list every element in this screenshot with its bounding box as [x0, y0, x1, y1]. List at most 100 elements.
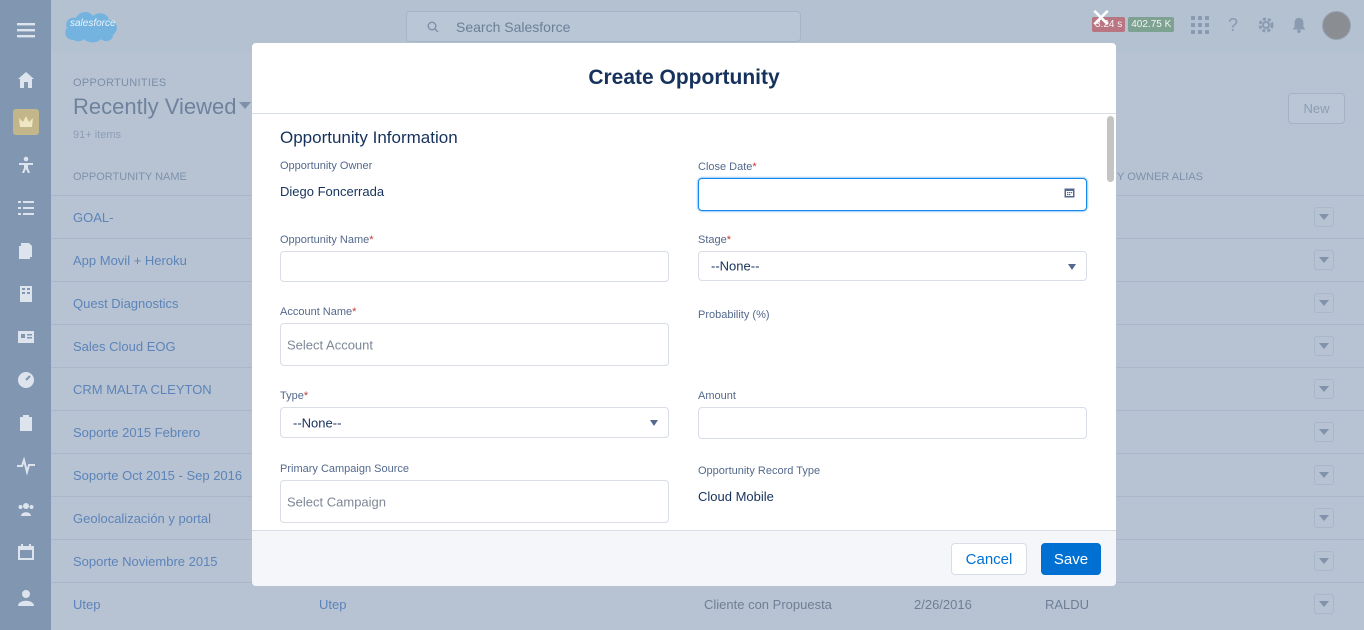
object-label: OPPORTUNITIES	[73, 77, 167, 89]
stage-label: Stage*	[698, 234, 731, 246]
create-opportunity-modal: Create Opportunity Opportunity Informati…	[252, 43, 1116, 586]
required-mark: *	[303, 390, 309, 402]
row-actions-icon[interactable]	[1314, 594, 1334, 614]
row-actions-icon[interactable]	[1314, 508, 1334, 528]
modal-header: Create Opportunity	[252, 43, 1116, 114]
list-view-title[interactable]: Recently Viewed	[73, 94, 236, 120]
modal-footer: Cancel Save	[252, 530, 1116, 586]
row-actions-icon[interactable]	[1314, 207, 1334, 227]
type-label: Type*	[280, 390, 308, 402]
column-header-owner-alias[interactable]: Y OWNER ALIAS	[1117, 171, 1203, 183]
row-name-link[interactable]: App Movil + Heroku	[73, 253, 187, 268]
probability-label: Probability (%)	[698, 309, 770, 321]
required-mark: *	[752, 161, 757, 173]
row-name-link[interactable]: Quest Diagnostics	[73, 296, 179, 311]
modal-body: Opportunity Information Opportunity Owne…	[252, 114, 1116, 530]
required-mark: *	[352, 306, 357, 318]
waffle-icon[interactable]	[1190, 14, 1210, 36]
opportunity-name-label-text: Opportunity Name	[280, 234, 370, 246]
reports-icon[interactable]	[0, 401, 51, 444]
new-button[interactable]: New	[1288, 93, 1345, 124]
record-type-value: Cloud Mobile	[698, 489, 774, 504]
accounts-icon[interactable]	[0, 272, 51, 315]
help-icon[interactable]: ?	[1223, 14, 1243, 36]
size-badge: 402.75 K	[1128, 17, 1175, 32]
opportunity-name-input[interactable]	[280, 251, 669, 282]
row-actions-icon[interactable]	[1314, 336, 1334, 356]
required-mark: *	[369, 234, 374, 246]
row-actions-icon[interactable]	[1314, 465, 1334, 485]
type-select[interactable]: --None--	[280, 407, 669, 438]
owner-label: Opportunity Owner	[280, 160, 373, 172]
stage-label-text: Stage	[698, 234, 727, 246]
chevron-down-icon	[650, 420, 658, 426]
dashboards-icon[interactable]	[0, 358, 51, 401]
close-modal-icon[interactable]: ✕	[1090, 5, 1112, 31]
close-date-label-text: Close Date	[698, 161, 753, 173]
row-actions-icon[interactable]	[1314, 379, 1334, 399]
campaign-placeholder: Select Campaign	[287, 494, 386, 509]
type-value: --None--	[293, 415, 342, 430]
stage-select[interactable]: --None--	[698, 251, 1087, 281]
tasks-icon[interactable]	[0, 186, 51, 229]
modal-title: Create Opportunity	[588, 66, 780, 89]
row-name-link[interactable]: Sales Cloud EOG	[73, 339, 176, 354]
search-icon	[427, 21, 439, 32]
row-stage: Cliente con Propuesta	[704, 597, 832, 612]
user-avatar[interactable]	[1322, 11, 1351, 40]
opportunities-icon[interactable]	[0, 100, 51, 143]
chevron-down-icon	[1068, 264, 1076, 270]
contacts-icon[interactable]	[0, 315, 51, 358]
row-name-link[interactable]: Soporte Noviembre 2015	[73, 554, 218, 569]
gear-icon[interactable]	[1256, 14, 1276, 36]
opportunity-name-label: Opportunity Name*	[280, 234, 374, 246]
account-placeholder: Select Account	[287, 337, 373, 352]
leads-icon[interactable]	[0, 143, 51, 186]
account-name-label-text: Account Name	[280, 306, 353, 318]
record-type-label: Opportunity Record Type	[698, 465, 821, 477]
scrollbar[interactable]	[1107, 116, 1114, 182]
row-name-link[interactable]: Soporte 2015 Febrero	[73, 425, 200, 440]
logo-text: salesforce	[70, 18, 116, 29]
campaign-lookup-input[interactable]: Select Campaign	[280, 480, 669, 523]
row-name-link[interactable]: Utep	[73, 597, 100, 612]
row-name-link[interactable]: Geolocalización y portal	[73, 511, 211, 526]
groups-icon[interactable]	[0, 487, 51, 530]
row-name-link[interactable]: CRM MALTA CLEYTON	[73, 382, 212, 397]
table-row: Utep Utep Cliente con Propuesta 2/26/201…	[51, 582, 1364, 625]
close-date-field[interactable]	[698, 178, 1087, 211]
calendar-icon[interactable]	[0, 530, 51, 573]
left-nav	[0, 0, 51, 630]
activity-icon[interactable]	[0, 444, 51, 487]
row-name-link[interactable]: GOAL-	[73, 210, 113, 225]
global-search-input[interactable]: Search Salesforce	[406, 11, 801, 42]
salesforce-logo[interactable]: salesforce	[62, 6, 120, 46]
close-date-label: Close Date*	[698, 161, 757, 173]
column-header-name[interactable]: OPPORTUNITY NAME	[73, 171, 187, 183]
row-actions-icon[interactable]	[1314, 422, 1334, 442]
campaign-label: Primary Campaign Source	[280, 463, 409, 475]
section-title: Opportunity Information	[280, 128, 458, 147]
save-button[interactable]: Save	[1041, 543, 1101, 575]
account-name-label: Account Name*	[280, 306, 356, 318]
list-view-dropdown-icon[interactable]	[239, 102, 251, 109]
cancel-button[interactable]: Cancel	[951, 543, 1027, 575]
row-name-link[interactable]: Soporte Oct 2015 - Sep 2016	[73, 468, 242, 483]
required-mark: *	[726, 234, 732, 246]
files-icon[interactable]	[0, 229, 51, 272]
amount-input[interactable]	[698, 407, 1087, 439]
people-icon[interactable]	[0, 576, 51, 619]
calendar-icon[interactable]	[1064, 187, 1075, 198]
row-account-link[interactable]: Utep	[319, 597, 346, 612]
header-utilities: ?	[1190, 14, 1309, 36]
row-actions-icon[interactable]	[1314, 551, 1334, 571]
app-launcher-icon[interactable]	[0, 8, 51, 51]
search-placeholder: Search Salesforce	[456, 18, 571, 35]
stage-value: --None--	[711, 258, 760, 274]
home-icon[interactable]	[0, 58, 51, 101]
account-lookup-input[interactable]: Select Account	[280, 323, 669, 366]
row-actions-icon[interactable]	[1314, 250, 1334, 270]
row-actions-icon[interactable]	[1314, 293, 1334, 313]
notification-bell-icon[interactable]	[1289, 14, 1309, 36]
owner-value: Diego Foncerrada	[280, 184, 385, 199]
